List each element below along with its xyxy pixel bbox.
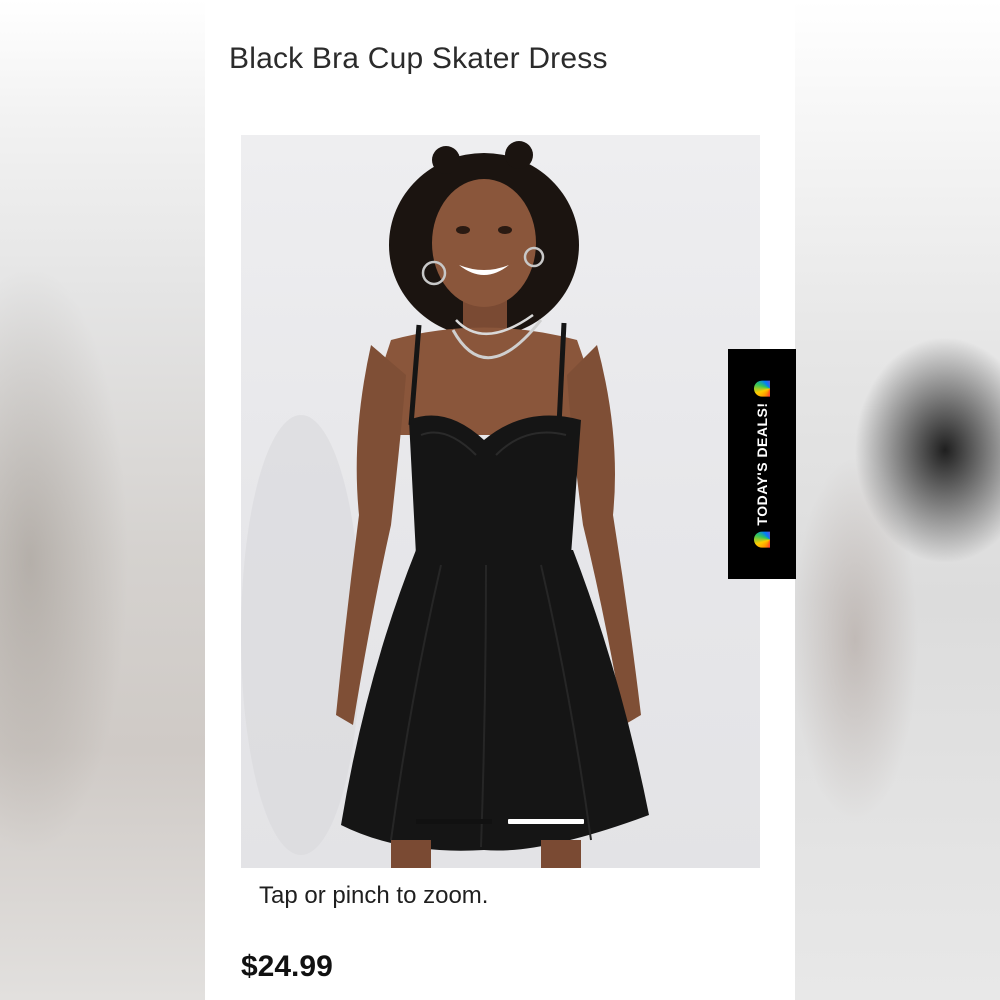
carousel-indicators <box>416 819 584 824</box>
todays-deals-tab[interactable]: TODAY'S DEALS! <box>728 349 796 579</box>
product-image[interactable] <box>241 135 760 868</box>
rainbow-icon <box>754 380 770 397</box>
carousel-dot-active[interactable] <box>416 819 492 824</box>
model-illustration <box>241 141 649 868</box>
rainbow-icon <box>754 531 770 548</box>
product-card: Black Bra Cup Skater Dress Tap or pinch … <box>205 0 795 1000</box>
zoom-hint: Tap or pinch to zoom. <box>259 882 489 909</box>
product-title: Black Bra Cup Skater Dress <box>229 42 608 75</box>
product-price: $24.99 <box>241 950 333 983</box>
blurred-background-left <box>0 0 205 1000</box>
blurred-background-right <box>795 0 1000 1000</box>
carousel-dot[interactable] <box>508 819 584 824</box>
todays-deals-label: TODAY'S DEALS! <box>754 402 770 526</box>
